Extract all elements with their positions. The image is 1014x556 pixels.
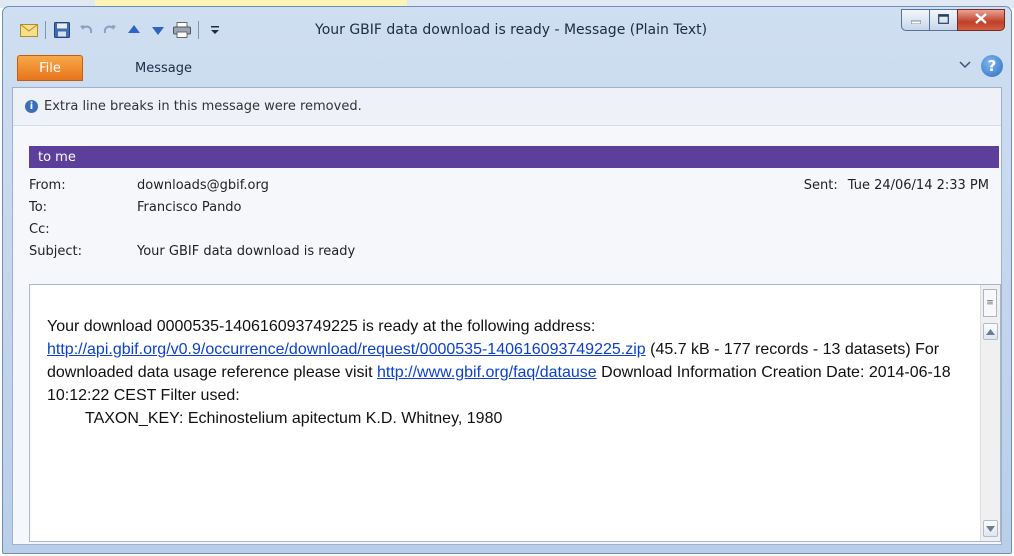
customize-qat-icon[interactable]	[203, 19, 227, 41]
scroll-up-button[interactable]	[983, 323, 998, 340]
sent-field: Sent: Tue 24/06/14 2:33 PM	[804, 174, 989, 196]
vertical-scrollbar[interactable]: ≡	[980, 285, 1000, 541]
datause-link[interactable]: http://www.gbif.org/faq/datause	[377, 364, 597, 381]
message-body[interactable]: Your download 0000535-140616093749225 is…	[29, 284, 1001, 542]
help-icon[interactable]: ?	[981, 55, 1003, 77]
to-row: To: Francisco Pando	[29, 196, 989, 218]
window-title: Your GBIF data download is ready - Messa…	[315, 22, 708, 38]
info-icon: i	[25, 100, 38, 113]
scroll-up-icon	[986, 328, 995, 335]
cc-row: Cc:	[29, 218, 989, 240]
up-arrow-icon[interactable]	[122, 19, 146, 41]
from-label: From:	[29, 177, 66, 193]
sender-bar-text: to me	[38, 149, 76, 165]
ribbon-right-controls: ?	[959, 55, 1003, 77]
subject-value: Your GBIF data download is ready	[137, 243, 356, 259]
window-controls	[901, 9, 1005, 31]
from-row: From: downloads@gbif.org Sent: Tue 24/06…	[29, 174, 989, 196]
minimize-button[interactable]	[901, 9, 929, 31]
info-bar[interactable]: i Extra line breaks in this message were…	[13, 88, 1001, 126]
download-link[interactable]: http://api.gbif.org/v0.9/occurrence/down…	[47, 341, 646, 358]
message-tab[interactable]: Message	[135, 61, 192, 76]
close-button[interactable]	[957, 9, 1005, 31]
close-icon	[975, 12, 987, 28]
sent-value: Tue 24/06/14 2:33 PM	[847, 177, 989, 193]
toolbar-separator	[198, 21, 199, 39]
to-label: To:	[29, 199, 48, 215]
cc-label: Cc:	[29, 221, 50, 237]
undo-icon[interactable]	[74, 19, 98, 41]
toolbar-separator	[45, 21, 46, 39]
message-body-text: Your download 0000535-140616093749225 is…	[47, 315, 967, 430]
down-arrow-icon[interactable]	[146, 19, 170, 41]
to-value[interactable]: Francisco Pando	[137, 200, 989, 215]
split-view-icon[interactable]: ≡	[983, 289, 997, 317]
quick-access-toolbar	[17, 19, 227, 41]
maximize-button[interactable]	[929, 9, 957, 31]
scroll-down-icon	[986, 525, 995, 532]
subject-row: Subject: Your GBIF data download is read…	[29, 240, 989, 262]
sent-label: Sent:	[803, 177, 838, 193]
maximize-icon	[938, 13, 949, 28]
message-window: Your GBIF data download is ready - Messa…	[2, 6, 1012, 554]
file-tab[interactable]: File	[17, 55, 83, 81]
save-icon[interactable]	[50, 19, 74, 41]
scroll-down-button[interactable]	[983, 520, 998, 537]
message-area: i Extra line breaks in this message were…	[12, 87, 1002, 545]
filter-line: TAXON_KEY: Echinostelium apitectum K.D. …	[85, 410, 503, 427]
title-bar: Your GBIF data download is ready - Messa…	[3, 7, 1011, 51]
info-bar-text: Extra line breaks in this message were r…	[44, 99, 362, 114]
sender-bar: to me	[29, 146, 999, 168]
envelope-icon[interactable]	[17, 19, 41, 41]
body-intro: Your download 0000535-140616093749225 is…	[47, 318, 596, 335]
minimize-icon	[910, 13, 921, 28]
subject-label: Subject:	[29, 243, 82, 259]
redo-icon[interactable]	[98, 19, 122, 41]
ribbon-tabs: File Message ?	[3, 51, 1011, 91]
print-icon[interactable]	[170, 19, 194, 41]
collapse-ribbon-icon[interactable]	[959, 59, 971, 74]
